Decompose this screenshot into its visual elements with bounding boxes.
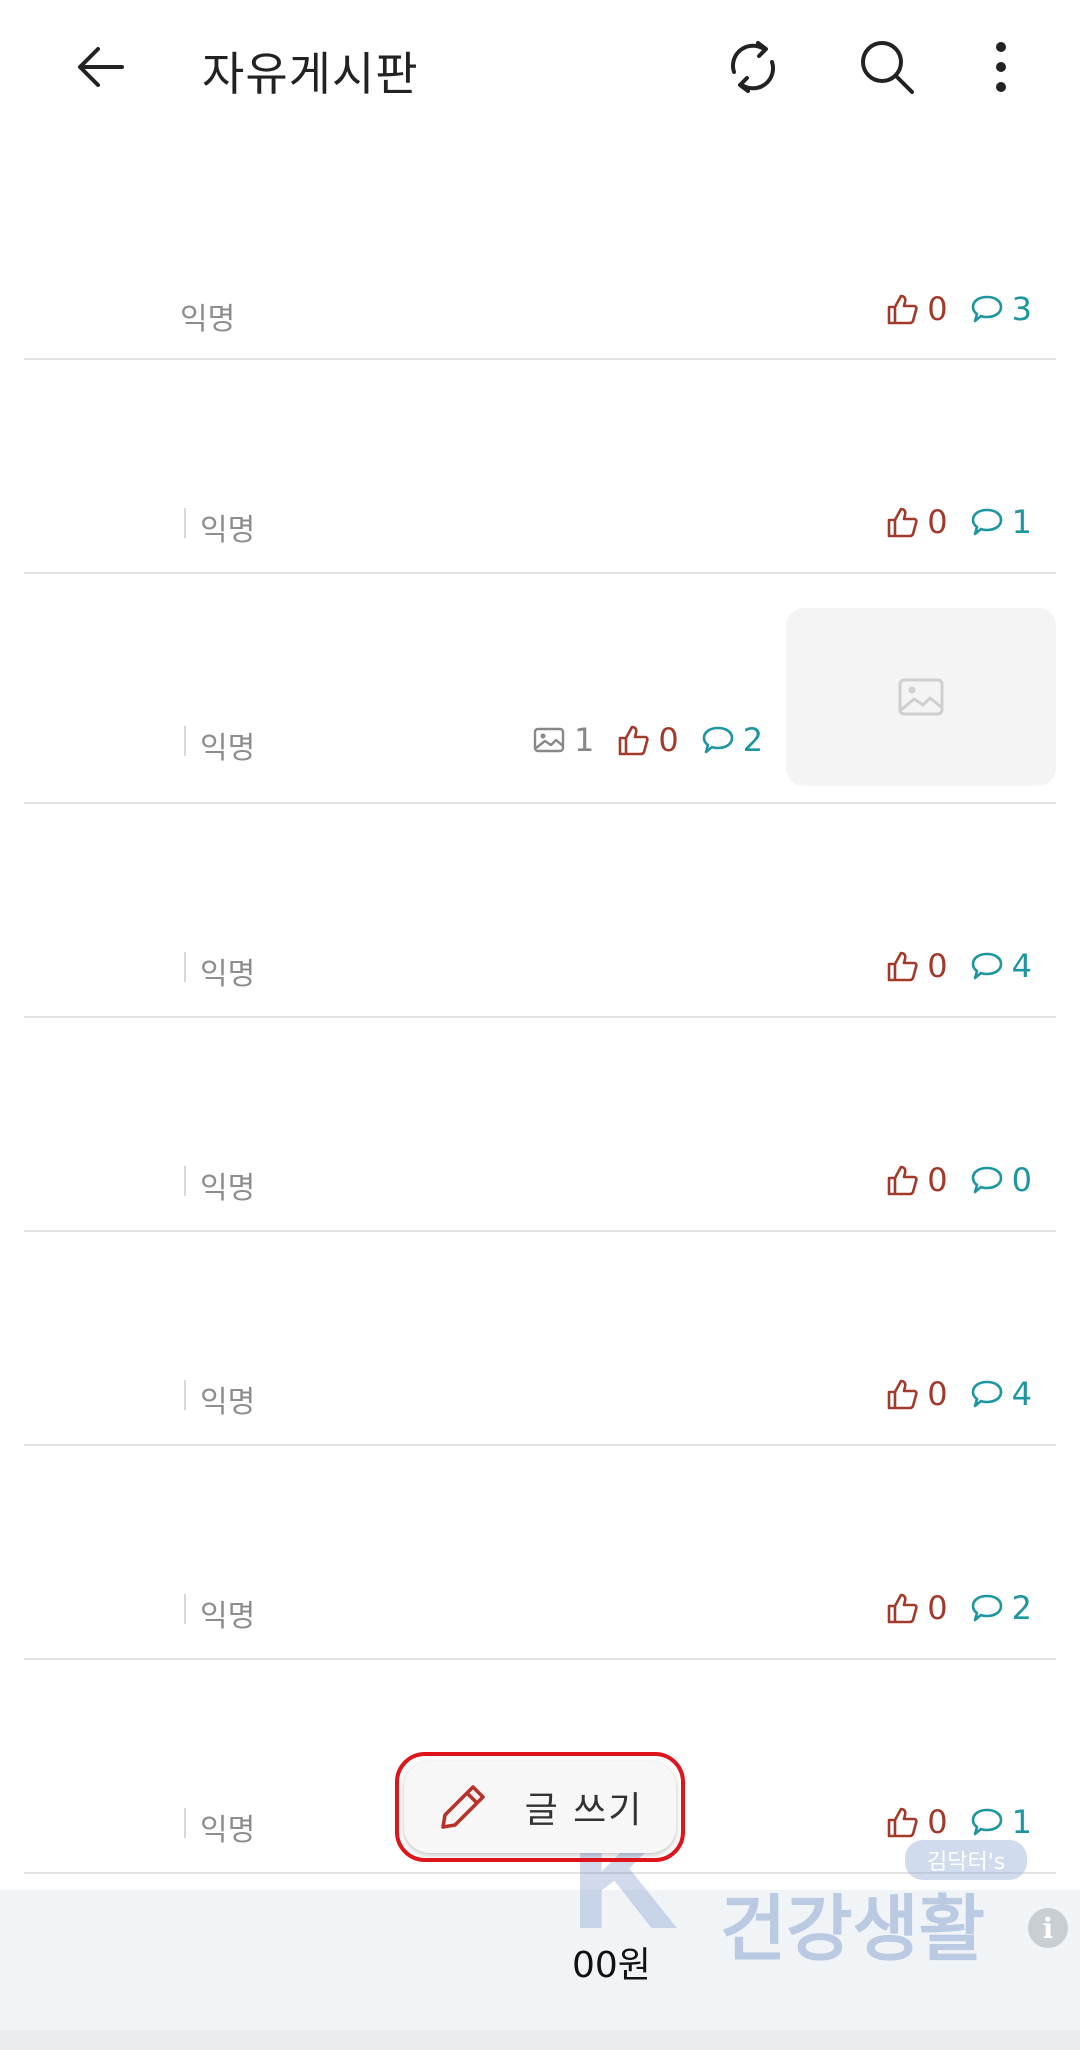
comment-count: 1 bbox=[970, 1803, 1032, 1841]
image-icon bbox=[533, 727, 565, 753]
meta-separator bbox=[184, 508, 186, 538]
like-count: 0 bbox=[885, 290, 948, 328]
write-post-label: 글 쓰기 bbox=[524, 1790, 644, 1831]
page-title: 자유게시판 bbox=[202, 47, 419, 101]
post-item[interactable]: 익명 0 1 bbox=[24, 360, 1056, 574]
thumbs-up-icon bbox=[887, 1379, 918, 1410]
like-count: 0 bbox=[616, 721, 679, 759]
post-author: 익명 bbox=[200, 1599, 256, 1634]
comment-bubble-icon bbox=[971, 1594, 1002, 1622]
ad-info-icon[interactable]: i bbox=[1028, 1908, 1068, 1948]
meta-separator bbox=[184, 952, 186, 982]
post-author: 익명 bbox=[200, 957, 256, 992]
post-author: 익명 bbox=[200, 731, 256, 766]
thumbs-up-icon bbox=[887, 1165, 918, 1196]
comment-bubble-icon bbox=[971, 1808, 1002, 1836]
thumbs-up-icon bbox=[887, 1593, 918, 1624]
arrow-left-icon bbox=[78, 47, 124, 87]
search-icon bbox=[861, 41, 914, 94]
post-author: 익명 bbox=[200, 1385, 256, 1420]
like-count: 0 bbox=[885, 503, 948, 541]
like-count: 0 bbox=[885, 1803, 948, 1841]
refresh-icon bbox=[730, 41, 776, 93]
comment-count: 4 bbox=[970, 1375, 1032, 1413]
post-stats: 0 2 bbox=[863, 1589, 1032, 1627]
comment-bubble-icon bbox=[971, 295, 1002, 323]
meta-separator bbox=[184, 1808, 186, 1838]
refresh-button[interactable] bbox=[720, 34, 786, 100]
meta-separator bbox=[184, 1380, 186, 1410]
meta-separator bbox=[184, 1594, 186, 1624]
thumbs-up-icon bbox=[887, 507, 918, 538]
comment-count: 0 bbox=[970, 1161, 1032, 1199]
comment-count: 1 bbox=[970, 503, 1032, 541]
post-item[interactable]: 익명 0 3 bbox=[24, 140, 1056, 360]
comment-bubble-icon bbox=[971, 1380, 1002, 1408]
app-bar: 자유게시판 bbox=[0, 0, 1080, 140]
post-item[interactable]: 익명 0 4 bbox=[24, 804, 1056, 1018]
more-vertical-icon bbox=[996, 42, 1006, 92]
image-placeholder-icon bbox=[898, 678, 944, 716]
comment-bubble-icon bbox=[971, 1166, 1002, 1194]
post-item[interactable]: 익명 1 0 2 bbox=[24, 574, 1056, 804]
thumbs-up-icon bbox=[887, 951, 918, 982]
comment-count: 2 bbox=[701, 721, 763, 759]
like-count: 0 bbox=[885, 1161, 948, 1199]
post-stats: 1 0 2 bbox=[510, 721, 763, 759]
comment-bubble-icon bbox=[971, 508, 1002, 536]
bottom-strip bbox=[0, 2030, 1080, 2050]
post-stats: 0 3 bbox=[863, 290, 1032, 328]
ad-banner[interactable]: 00원 i bbox=[0, 1890, 1080, 2030]
more-options-button[interactable] bbox=[966, 34, 1036, 100]
post-stats: 0 1 bbox=[863, 1803, 1032, 1841]
post-stats: 0 4 bbox=[863, 947, 1032, 985]
write-post-button[interactable]: 글 쓰기 bbox=[395, 1752, 685, 1862]
post-item[interactable]: 익명 0 2 bbox=[24, 1446, 1056, 1660]
post-author: 익명 bbox=[180, 302, 236, 337]
ad-text: 00원 bbox=[572, 1945, 651, 1986]
comment-bubble-icon bbox=[702, 726, 734, 754]
like-count: 0 bbox=[885, 947, 948, 985]
post-author: 익명 bbox=[200, 513, 256, 548]
comment-count: 4 bbox=[970, 947, 1032, 985]
thumbs-up-icon bbox=[887, 294, 918, 325]
post-author: 익명 bbox=[200, 1813, 256, 1848]
like-count: 0 bbox=[885, 1589, 948, 1627]
thumbs-up-icon bbox=[619, 725, 650, 756]
post-stats: 0 1 bbox=[863, 503, 1032, 541]
search-button[interactable] bbox=[854, 34, 920, 100]
post-stats: 0 4 bbox=[863, 1375, 1032, 1413]
post-item[interactable]: 익명 0 4 bbox=[24, 1232, 1056, 1446]
like-count: 0 bbox=[885, 1375, 948, 1413]
meta-separator bbox=[184, 1166, 186, 1196]
comment-bubble-icon bbox=[971, 952, 1002, 980]
post-author: 익명 bbox=[200, 1171, 256, 1206]
post-thumbnail[interactable] bbox=[786, 608, 1056, 786]
comment-count: 3 bbox=[970, 290, 1032, 328]
comment-count: 2 bbox=[970, 1589, 1032, 1627]
image-count: 1 bbox=[532, 721, 594, 759]
thumbs-up-icon bbox=[887, 1807, 918, 1838]
write-post-button-body[interactable]: 글 쓰기 bbox=[404, 1761, 676, 1853]
post-stats: 0 0 bbox=[863, 1161, 1032, 1199]
pencil-icon bbox=[440, 1785, 485, 1829]
post-item[interactable]: 익명 0 0 bbox=[24, 1018, 1056, 1232]
meta-separator bbox=[184, 726, 186, 756]
back-button[interactable] bbox=[70, 34, 136, 100]
